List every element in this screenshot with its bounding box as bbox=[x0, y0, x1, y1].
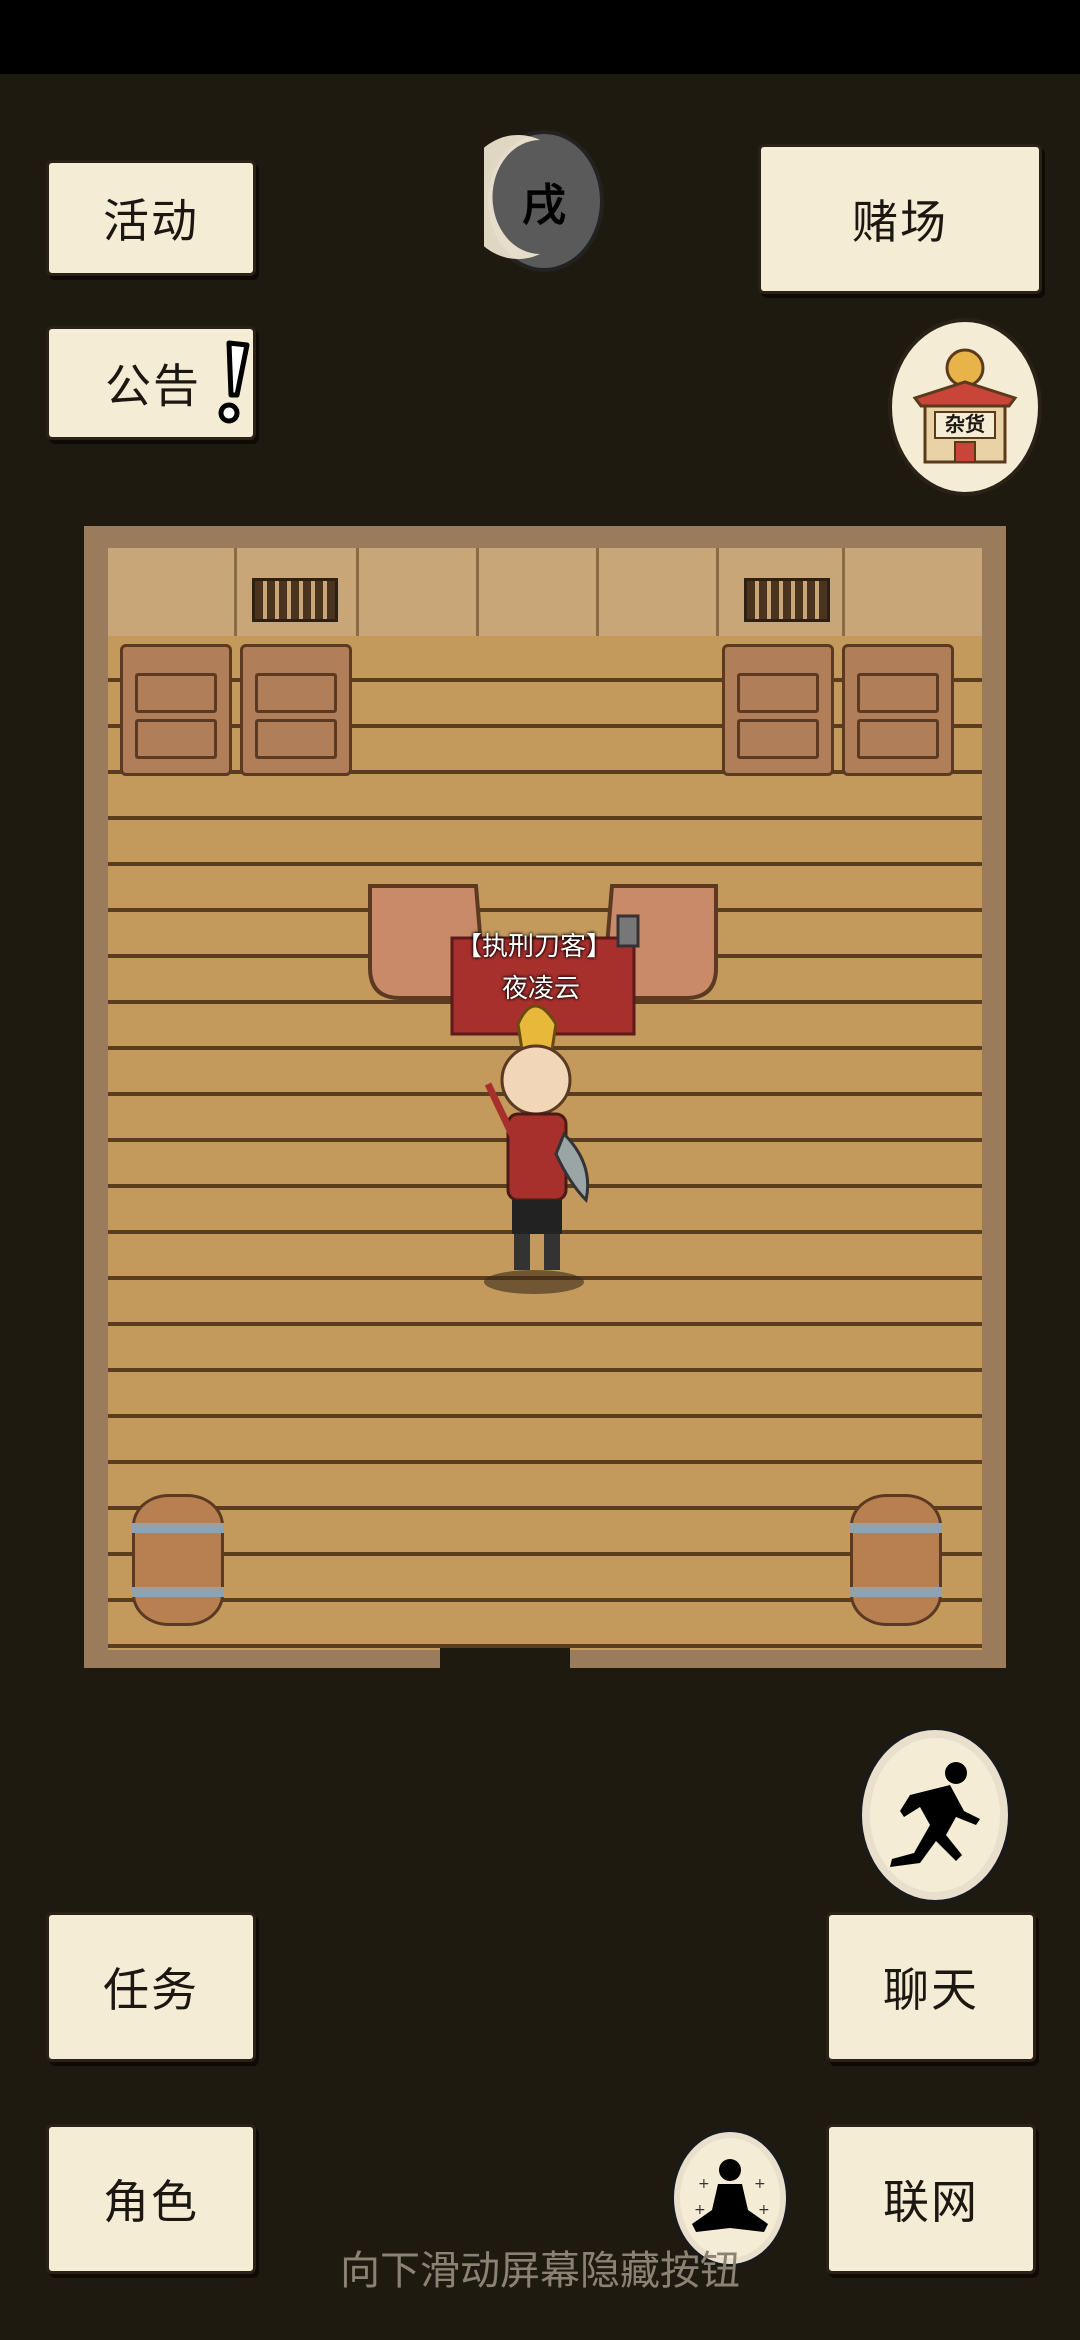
hide-buttons-hint: 向下滑动屏幕隐藏按钮 bbox=[340, 2248, 740, 2294]
run-icon[interactable] bbox=[858, 1726, 1012, 1904]
chat-label: 聊天 bbox=[883, 1963, 979, 2017]
activity-button[interactable]: 活动 bbox=[46, 160, 256, 276]
casino-label: 赌场 bbox=[852, 195, 948, 249]
svg-text:+: + bbox=[694, 2202, 706, 2218]
online-label: 联网 bbox=[883, 2175, 979, 2229]
shop-sign: 杂货 bbox=[945, 412, 985, 436]
shop-building-icon bbox=[912, 348, 1018, 464]
barrel bbox=[132, 1494, 224, 1626]
announcement-label: 公告 bbox=[105, 359, 201, 413]
barrel bbox=[850, 1494, 942, 1626]
drawer-cabinet bbox=[120, 644, 232, 776]
chat-button[interactable]: 聊天 bbox=[826, 1912, 1036, 2062]
drawer-cabinet bbox=[240, 644, 352, 776]
npc-title: 【执刑刀客】 bbox=[456, 932, 613, 962]
game-room-scene[interactable]: 【执刑刀客】 夜凌云 bbox=[84, 526, 1006, 1668]
activity-label: 活动 bbox=[103, 194, 199, 248]
character-label: 角色 bbox=[103, 2175, 199, 2229]
svg-text:+: + bbox=[754, 2176, 766, 2192]
svg-text:+: + bbox=[758, 2202, 770, 2218]
drawer-cabinet bbox=[842, 644, 954, 776]
wall-vent bbox=[252, 578, 338, 622]
quest-button[interactable]: 任务 bbox=[46, 1912, 256, 2062]
announcement-button[interactable]: 公告 bbox=[46, 326, 256, 440]
shop-icon[interactable]: 杂货 bbox=[888, 318, 1042, 496]
wall-vent bbox=[744, 578, 830, 622]
time-badge: 戌 bbox=[522, 180, 566, 231]
exclamation-icon bbox=[218, 340, 250, 424]
moon-time-icon[interactable]: 戌 bbox=[484, 130, 604, 272]
player-character[interactable] bbox=[464, 994, 604, 1294]
drawer-cabinet bbox=[722, 644, 834, 776]
quest-label: 任务 bbox=[103, 1963, 199, 2017]
casino-button[interactable]: 赌场 bbox=[758, 144, 1042, 294]
status-bar bbox=[0, 0, 1080, 74]
doorway bbox=[440, 1648, 570, 1668]
svg-text:+: + bbox=[698, 2176, 710, 2192]
back-wall bbox=[108, 548, 982, 644]
